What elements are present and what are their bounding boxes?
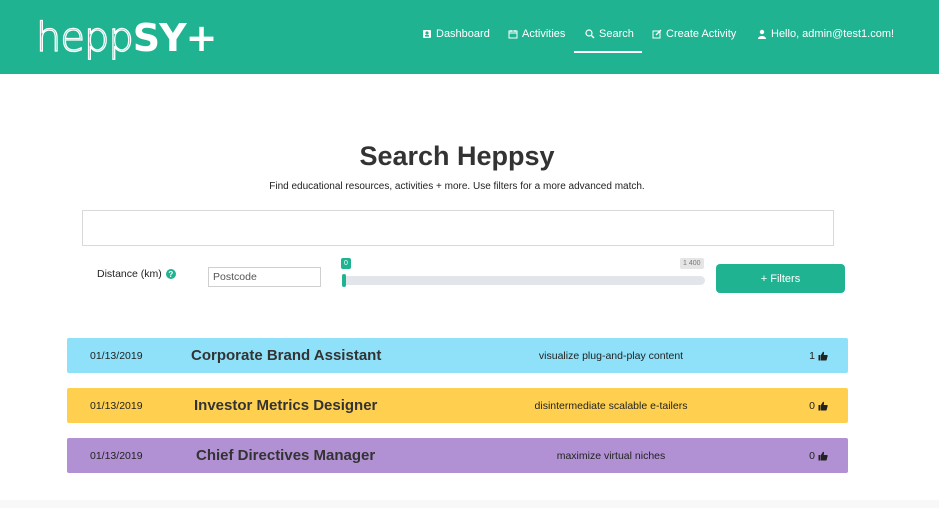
slider-min-label: 0 xyxy=(341,258,351,269)
result-row[interactable]: 01/13/2019 Investor Metrics Designer dis… xyxy=(67,388,848,423)
heppsy-logo[interactable]: hepp SY+ xyxy=(35,14,217,62)
nav-create-activity-label: Create Activity xyxy=(666,28,737,40)
slider-max-label: 1 400 xyxy=(680,258,704,269)
search-icon xyxy=(585,29,595,39)
result-likes[interactable]: 1 xyxy=(809,338,828,373)
nav-dashboard-label: Dashboard xyxy=(436,28,490,40)
distance-slider-track[interactable] xyxy=(342,276,705,285)
filters-button[interactable]: + Filters xyxy=(716,264,845,293)
result-likes[interactable]: 0 xyxy=(809,388,828,423)
thumbs-up-icon xyxy=(818,401,828,410)
thumbs-up-icon xyxy=(818,451,828,460)
thumbs-up-icon xyxy=(818,351,828,360)
result-name: Corporate Brand Assistant xyxy=(191,347,382,364)
likes-count: 0 xyxy=(809,449,815,462)
likes-count: 1 xyxy=(809,349,815,362)
postcode-input[interactable] xyxy=(208,267,321,287)
nav-user-menu[interactable]: Hello, admin@test1.com! xyxy=(757,25,894,43)
distance-label: Distance (km) ? xyxy=(97,268,176,280)
footer-strip xyxy=(0,500,939,508)
nav-search-label: Search xyxy=(599,28,634,40)
distance-label-text: Distance (km) xyxy=(97,268,162,280)
nav-user-label: Hello, admin@test1.com! xyxy=(771,28,895,40)
user-badge-icon xyxy=(423,30,431,38)
nav-dashboard[interactable]: Dashboard xyxy=(422,25,490,43)
distance-slider-handle[interactable] xyxy=(342,274,346,287)
result-date: 01/13/2019 xyxy=(90,399,143,412)
result-name: Chief Directives Manager xyxy=(196,447,376,464)
result-date: 01/13/2019 xyxy=(90,449,143,462)
user-icon xyxy=(758,29,766,39)
likes-count: 0 xyxy=(809,399,815,412)
result-description: maximize virtual niches xyxy=(556,449,666,462)
page-title: Search Heppsy xyxy=(359,141,555,171)
result-row[interactable]: 01/13/2019 Corporate Brand Assistant vis… xyxy=(67,338,848,373)
nav-active-indicator xyxy=(574,51,642,53)
nav-activities-label: Activities xyxy=(522,28,566,40)
nav-search[interactable]: Search xyxy=(585,25,634,43)
top-navbar: hepp SY+ Dashboard Activities Search Crea… xyxy=(0,0,939,74)
help-icon[interactable]: ? xyxy=(165,269,176,279)
result-likes[interactable]: 0 xyxy=(809,438,828,473)
result-name: Investor Metrics Designer xyxy=(194,397,378,414)
nav-activities[interactable]: Activities xyxy=(508,25,565,43)
result-row[interactable]: 01/13/2019 Chief Directives Manager maxi… xyxy=(67,438,848,473)
result-date: 01/13/2019 xyxy=(90,349,143,362)
result-description: visualize plug-and-play content xyxy=(538,349,684,362)
edit-icon xyxy=(652,29,662,39)
nav-create-activity[interactable]: Create Activity xyxy=(652,25,736,43)
page-subtitle: Find educational resources, activities +… xyxy=(269,181,645,192)
calendar-icon xyxy=(508,30,518,39)
search-input[interactable] xyxy=(82,210,834,246)
result-description: disintermediate scalable e-tailers xyxy=(534,399,688,412)
